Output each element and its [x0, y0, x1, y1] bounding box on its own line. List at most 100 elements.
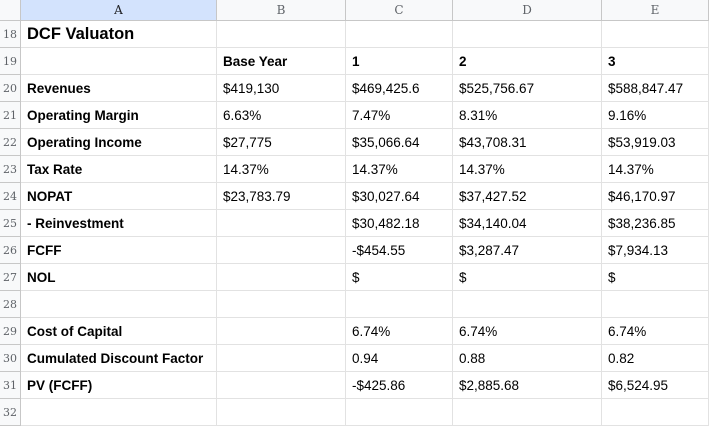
- row-header[interactable]: 23: [0, 156, 21, 183]
- cell[interactable]: FCFF: [21, 237, 217, 264]
- cell[interactable]: [217, 399, 346, 426]
- cell[interactable]: 14.37%: [602, 156, 709, 183]
- cell[interactable]: $: [346, 264, 453, 291]
- cell[interactable]: 6.63%: [217, 102, 346, 129]
- cell[interactable]: PV (FCFF): [21, 372, 217, 399]
- cell[interactable]: [602, 21, 709, 48]
- cell[interactable]: $525,756.67: [453, 75, 602, 102]
- cell[interactable]: [602, 399, 709, 426]
- cell[interactable]: $588,847.47: [602, 75, 709, 102]
- cell[interactable]: Operating Margin: [21, 102, 217, 129]
- cell[interactable]: $: [453, 264, 602, 291]
- cell[interactable]: Tax Rate: [21, 156, 217, 183]
- cell[interactable]: $: [602, 264, 709, 291]
- cell[interactable]: Operating Income: [21, 129, 217, 156]
- row-header[interactable]: 28: [0, 291, 21, 318]
- cell[interactable]: [217, 372, 346, 399]
- cell[interactable]: $23,783.79: [217, 183, 346, 210]
- row-header[interactable]: 32: [0, 399, 21, 426]
- cell[interactable]: [21, 48, 217, 75]
- cell[interactable]: 9.16%: [602, 102, 709, 129]
- column-header-d[interactable]: D: [453, 0, 602, 21]
- row-header[interactable]: 30: [0, 345, 21, 372]
- cell[interactable]: $469,425.6: [346, 75, 453, 102]
- row-header[interactable]: 27: [0, 264, 21, 291]
- cell[interactable]: $34,140.04: [453, 210, 602, 237]
- cell[interactable]: Base Year: [217, 48, 346, 75]
- sheet-row: 18 DCF Valuaton: [0, 21, 709, 48]
- cell[interactable]: 14.37%: [217, 156, 346, 183]
- cell[interactable]: [217, 291, 346, 318]
- cell[interactable]: [602, 291, 709, 318]
- cell[interactable]: [21, 291, 217, 318]
- cell[interactable]: $53,919.03: [602, 129, 709, 156]
- sheet-row: 24 NOPAT $23,783.79 $30,027.64 $37,427.5…: [0, 183, 709, 210]
- cell[interactable]: [217, 237, 346, 264]
- cell[interactable]: 0.82: [602, 345, 709, 372]
- cell[interactable]: -$425.86: [346, 372, 453, 399]
- row-header[interactable]: 29: [0, 318, 21, 345]
- cell[interactable]: [21, 399, 217, 426]
- cell[interactable]: $419,130: [217, 75, 346, 102]
- select-all-corner[interactable]: [0, 0, 21, 21]
- cell[interactable]: 14.37%: [346, 156, 453, 183]
- row-header[interactable]: 26: [0, 237, 21, 264]
- cell[interactable]: 6.74%: [602, 318, 709, 345]
- cell[interactable]: $46,170.97: [602, 183, 709, 210]
- row-header[interactable]: 22: [0, 129, 21, 156]
- cell[interactable]: Cumulated Discount Factor: [21, 345, 217, 372]
- row-header[interactable]: 25: [0, 210, 21, 237]
- cell[interactable]: $30,027.64: [346, 183, 453, 210]
- cell[interactable]: DCF Valuaton: [21, 21, 217, 48]
- column-header-row: A B C D E: [0, 0, 709, 21]
- cell[interactable]: $37,427.52: [453, 183, 602, 210]
- cell[interactable]: [453, 21, 602, 48]
- cell[interactable]: 0.88: [453, 345, 602, 372]
- row-header[interactable]: 20: [0, 75, 21, 102]
- cell[interactable]: $2,885.68: [453, 372, 602, 399]
- row-header[interactable]: 24: [0, 183, 21, 210]
- cell[interactable]: [217, 345, 346, 372]
- cell[interactable]: [217, 264, 346, 291]
- cell[interactable]: [217, 210, 346, 237]
- cell[interactable]: $35,066.64: [346, 129, 453, 156]
- cell[interactable]: 14.37%: [453, 156, 602, 183]
- cell[interactable]: $43,708.31: [453, 129, 602, 156]
- cell[interactable]: [217, 21, 346, 48]
- cell[interactable]: 6.74%: [346, 318, 453, 345]
- cell[interactable]: 3: [602, 48, 709, 75]
- cell[interactable]: [346, 21, 453, 48]
- column-header-e[interactable]: E: [602, 0, 709, 21]
- column-header-c[interactable]: C: [346, 0, 453, 21]
- cell[interactable]: -$454.55: [346, 237, 453, 264]
- cell[interactable]: NOL: [21, 264, 217, 291]
- cell[interactable]: [453, 399, 602, 426]
- cell[interactable]: [346, 399, 453, 426]
- row-header[interactable]: 18: [0, 21, 21, 48]
- cell[interactable]: 8.31%: [453, 102, 602, 129]
- row-header[interactable]: 19: [0, 48, 21, 75]
- cell[interactable]: $30,482.18: [346, 210, 453, 237]
- cell[interactable]: $6,524.95: [602, 372, 709, 399]
- cell[interactable]: - Reinvestment: [21, 210, 217, 237]
- column-header-a[interactable]: A: [21, 0, 217, 21]
- cell[interactable]: 7.47%: [346, 102, 453, 129]
- cell[interactable]: $38,236.85: [602, 210, 709, 237]
- cell[interactable]: [217, 318, 346, 345]
- cell[interactable]: $7,934.13: [602, 237, 709, 264]
- row-header[interactable]: 21: [0, 102, 21, 129]
- cell[interactable]: $27,775: [217, 129, 346, 156]
- cell[interactable]: 0.94: [346, 345, 453, 372]
- sheet-row: 27 NOL $ $ $: [0, 264, 709, 291]
- cell[interactable]: 6.74%: [453, 318, 602, 345]
- cell[interactable]: [346, 291, 453, 318]
- cell[interactable]: 2: [453, 48, 602, 75]
- cell[interactable]: $3,287.47: [453, 237, 602, 264]
- cell[interactable]: [453, 291, 602, 318]
- cell[interactable]: Revenues: [21, 75, 217, 102]
- row-header[interactable]: 31: [0, 372, 21, 399]
- cell[interactable]: NOPAT: [21, 183, 217, 210]
- cell[interactable]: Cost of Capital: [21, 318, 217, 345]
- column-header-b[interactable]: B: [217, 0, 346, 21]
- cell[interactable]: 1: [346, 48, 453, 75]
